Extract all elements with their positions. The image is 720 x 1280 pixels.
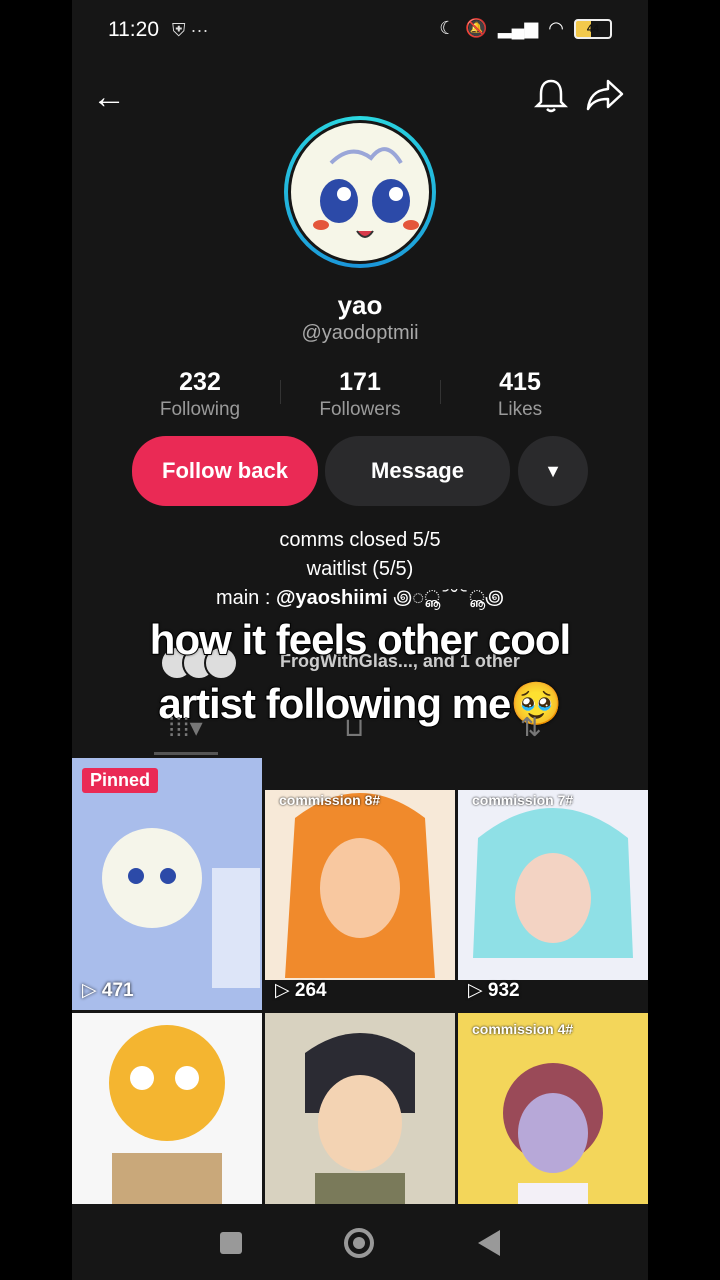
video-label: commission 4# <box>472 1021 574 1037</box>
stat-value: 232 <box>179 368 221 396</box>
pinned-badge: Pinned <box>82 768 159 793</box>
message-button[interactable]: Message <box>325 436 510 506</box>
stat-value: 415 <box>499 368 541 396</box>
thumbnail-art <box>72 758 262 1010</box>
stat-label: Following <box>159 399 241 420</box>
view-count: ▷ 471 <box>82 980 134 1001</box>
avatar[interactable] <box>284 116 436 268</box>
repost-icon[interactable]: ⇅ <box>520 712 542 743</box>
mute-icon: 🔕 <box>465 18 488 38</box>
stat-label: Likes <box>497 399 543 420</box>
signal-icon: ▂▄▆ <box>497 18 539 38</box>
system-navigation-bar <box>72 1204 648 1280</box>
profile-actions: Follow back Message ▼ <box>132 436 588 506</box>
suggested-accounts-button[interactable]: ▼ <box>518 436 588 506</box>
notification-icons: ⛨ ··· <box>172 20 209 40</box>
bell-icon[interactable] <box>533 78 569 122</box>
stat-likes[interactable]: 415 Likes <box>440 368 600 421</box>
video-thumbnail[interactable]: commission 8# ▷ 264 <box>265 758 455 1010</box>
profile-stats: 232 Following 171 Followers 415 Likes <box>120 368 600 421</box>
follow-back-button[interactable]: Follow back <box>132 436 318 506</box>
arrow-left-icon[interactable]: ← <box>92 78 126 117</box>
profile-tabs: ⁞⁞⁞▾ ⊔ ⇅ <box>72 704 648 756</box>
wifi-icon: ◠ <box>548 18 564 38</box>
system-icons: ☾ 🔕 ▂▄▆ ◠ 44 <box>439 18 612 39</box>
video-thumbnail[interactable]: commission 7# ▷ 932 <box>458 758 648 1010</box>
bio-text: main : <box>215 587 276 609</box>
profile-name: yao <box>337 290 383 320</box>
stat-label: Followers <box>319 399 401 420</box>
stat-value: 171 <box>339 368 381 396</box>
profile-handle: @yaodoptmii <box>301 322 419 344</box>
home-icon[interactable] <box>344 1228 374 1258</box>
caption-line: how it feels other cool <box>149 615 572 664</box>
recent-apps-icon[interactable] <box>220 1232 242 1254</box>
bio-line: waitlist (5/5) <box>306 558 414 580</box>
view-count: ▷ 932 <box>468 980 520 1001</box>
profile-screen: 11:20 ⛨ ··· ☾ 🔕 ▂▄▆ ◠ 44 ← yao @yaodoptm… <box>72 0 648 1280</box>
video-label: commission 7# <box>472 792 574 808</box>
bio-line: comms closed 5/5 <box>279 529 441 551</box>
stat-followers[interactable]: 171 Followers <box>280 368 440 421</box>
stat-following[interactable]: 232 Following <box>120 368 280 421</box>
video-label: commission 8# <box>279 792 381 808</box>
status-bar: 11:20 ⛨ ··· ☾ 🔕 ▂▄▆ ◠ 44 <box>72 0 648 62</box>
bio-text: ꩜◌ൣ ᷄ ˘ ᷅ ◌ൣ꩜ <box>387 587 505 609</box>
chevron-down-icon: ▼ <box>544 461 562 481</box>
video-thumbnail[interactable]: Pinned ▷ 471 <box>72 758 262 1010</box>
share-arrow-icon[interactable] <box>586 78 624 120</box>
back-triangle-icon[interactable] <box>478 1230 500 1256</box>
moon-icon: ☾ <box>439 18 456 38</box>
battery-icon: 44 <box>574 18 612 39</box>
profile-bio: comms closed 5/5 waitlist (5/5) main : @… <box>72 526 648 613</box>
view-count-value: 471 <box>101 980 134 1001</box>
status-time: 11:20 <box>108 18 159 41</box>
view-count-value: 932 <box>487 980 520 1001</box>
bio-mention-link[interactable]: @yaoshiimi <box>276 587 388 609</box>
view-count: ▷ 264 <box>275 980 327 1001</box>
avatar-image <box>288 120 432 264</box>
grid-icon[interactable]: ⁞⁞⁞▾ <box>168 712 203 743</box>
tab-indicator <box>154 752 218 755</box>
lock-icon[interactable]: ⊔ <box>344 712 364 743</box>
view-count-value: 264 <box>294 980 327 1001</box>
